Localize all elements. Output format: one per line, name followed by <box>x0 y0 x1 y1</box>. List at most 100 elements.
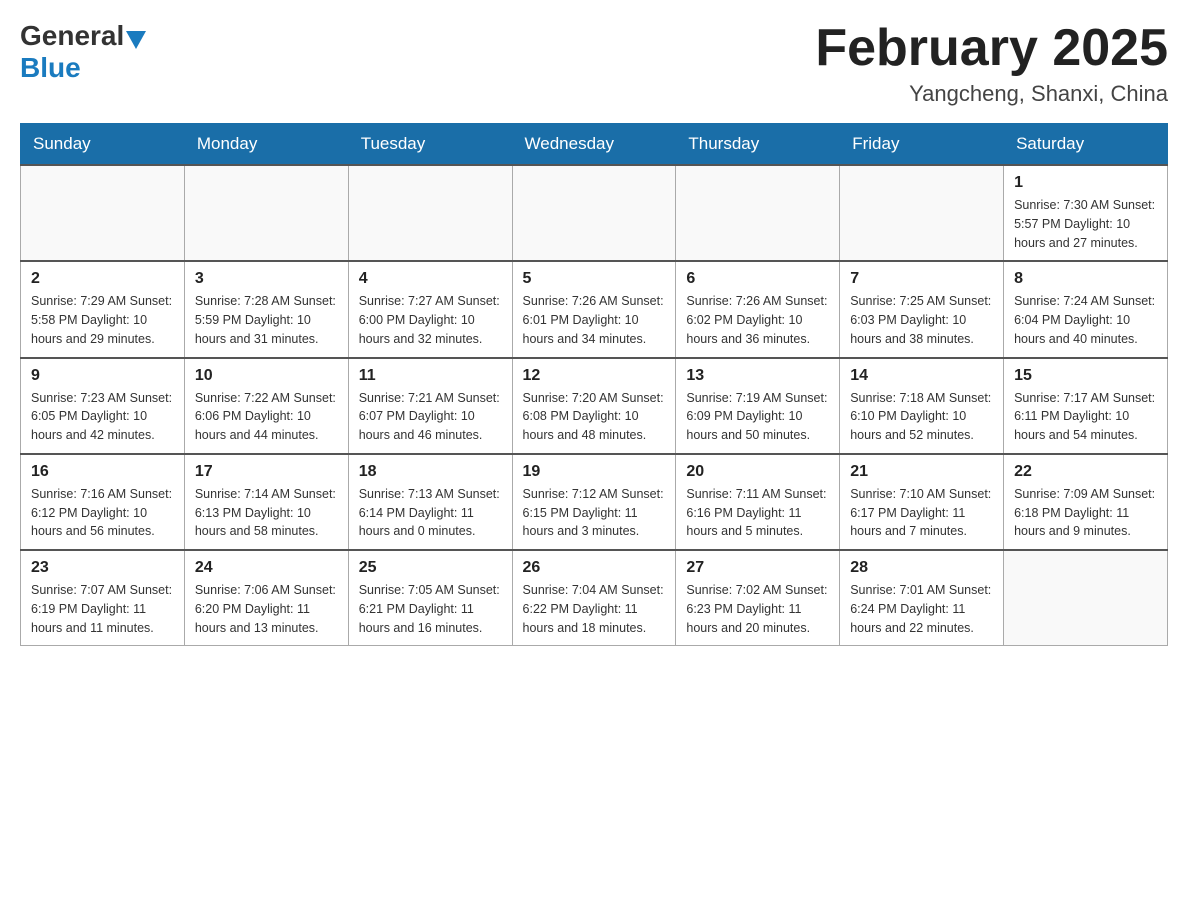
day-info: Sunrise: 7:27 AM Sunset: 6:00 PM Dayligh… <box>359 292 502 348</box>
day-info: Sunrise: 7:23 AM Sunset: 6:05 PM Dayligh… <box>31 389 174 445</box>
day-number: 13 <box>686 367 829 385</box>
calendar-cell <box>21 165 185 261</box>
calendar-cell: 23 Sunrise: 7:07 AM Sunset: 6:19 PM Dayli… <box>21 550 185 646</box>
day-info: Sunrise: 7:05 AM Sunset: 6:21 PM Dayligh… <box>359 581 502 637</box>
weekday-header-monday: Monday <box>184 124 348 166</box>
calendar-cell: 25 Sunrise: 7:05 AM Sunset: 6:21 PM Dayli… <box>348 550 512 646</box>
logo-blue-text: Blue <box>20 52 81 83</box>
weekday-header-wednesday: Wednesday <box>512 124 676 166</box>
page-header: General Blue February 2025 Yangcheng, Sh… <box>20 20 1168 107</box>
day-number: 4 <box>359 270 502 288</box>
calendar-cell: 22 Sunrise: 7:09 AM Sunset: 6:18 PM Dayli… <box>1004 454 1168 550</box>
calendar-week-row: 1 Sunrise: 7:30 AM Sunset: 5:57 PM Daylig… <box>21 165 1168 261</box>
day-info: Sunrise: 7:28 AM Sunset: 5:59 PM Dayligh… <box>195 292 338 348</box>
calendar-cell <box>840 165 1004 261</box>
day-number: 20 <box>686 463 829 481</box>
calendar-cell <box>676 165 840 261</box>
location-title: Yangcheng, Shanxi, China <box>815 81 1168 107</box>
day-number: 25 <box>359 559 502 577</box>
calendar-cell: 27 Sunrise: 7:02 AM Sunset: 6:23 PM Dayli… <box>676 550 840 646</box>
day-number: 7 <box>850 270 993 288</box>
day-info: Sunrise: 7:26 AM Sunset: 6:01 PM Dayligh… <box>523 292 666 348</box>
calendar-cell: 15 Sunrise: 7:17 AM Sunset: 6:11 PM Dayli… <box>1004 358 1168 454</box>
day-number: 22 <box>1014 463 1157 481</box>
day-info: Sunrise: 7:18 AM Sunset: 6:10 PM Dayligh… <box>850 389 993 445</box>
day-number: 2 <box>31 270 174 288</box>
day-number: 12 <box>523 367 666 385</box>
day-number: 10 <box>195 367 338 385</box>
day-number: 17 <box>195 463 338 481</box>
day-info: Sunrise: 7:02 AM Sunset: 6:23 PM Dayligh… <box>686 581 829 637</box>
title-block: February 2025 Yangcheng, Shanxi, China <box>815 20 1168 107</box>
day-info: Sunrise: 7:21 AM Sunset: 6:07 PM Dayligh… <box>359 389 502 445</box>
weekday-header-thursday: Thursday <box>676 124 840 166</box>
day-info: Sunrise: 7:11 AM Sunset: 6:16 PM Dayligh… <box>686 485 829 541</box>
weekday-header-sunday: Sunday <box>21 124 185 166</box>
day-number: 26 <box>523 559 666 577</box>
calendar-cell: 20 Sunrise: 7:11 AM Sunset: 6:16 PM Dayli… <box>676 454 840 550</box>
calendar-cell: 9 Sunrise: 7:23 AM Sunset: 6:05 PM Daylig… <box>21 358 185 454</box>
day-info: Sunrise: 7:04 AM Sunset: 6:22 PM Dayligh… <box>523 581 666 637</box>
day-number: 28 <box>850 559 993 577</box>
calendar-cell: 12Sunrise: 7:20 AM Sunset: 6:08 PM Dayli… <box>512 358 676 454</box>
day-number: 8 <box>1014 270 1157 288</box>
calendar-week-row: 16 Sunrise: 7:16 AM Sunset: 6:12 PM Dayli… <box>21 454 1168 550</box>
day-number: 16 <box>31 463 174 481</box>
calendar-table: SundayMondayTuesdayWednesdayThursdayFrid… <box>20 123 1168 646</box>
day-info: Sunrise: 7:14 AM Sunset: 6:13 PM Dayligh… <box>195 485 338 541</box>
calendar-week-row: 2 Sunrise: 7:29 AM Sunset: 5:58 PM Daylig… <box>21 261 1168 357</box>
day-info: Sunrise: 7:22 AM Sunset: 6:06 PM Dayligh… <box>195 389 338 445</box>
day-info: Sunrise: 7:13 AM Sunset: 6:14 PM Dayligh… <box>359 485 502 541</box>
day-info: Sunrise: 7:24 AM Sunset: 6:04 PM Dayligh… <box>1014 292 1157 348</box>
day-number: 21 <box>850 463 993 481</box>
weekday-header-tuesday: Tuesday <box>348 124 512 166</box>
day-info: Sunrise: 7:16 AM Sunset: 6:12 PM Dayligh… <box>31 485 174 541</box>
day-number: 24 <box>195 559 338 577</box>
calendar-cell <box>512 165 676 261</box>
day-number: 3 <box>195 270 338 288</box>
calendar-cell: 24Sunrise: 7:06 AM Sunset: 6:20 PM Dayli… <box>184 550 348 646</box>
calendar-cell: 26 Sunrise: 7:04 AM Sunset: 6:22 PM Dayli… <box>512 550 676 646</box>
day-info: Sunrise: 7:19 AM Sunset: 6:09 PM Dayligh… <box>686 389 829 445</box>
calendar-cell: 6 Sunrise: 7:26 AM Sunset: 6:02 PM Daylig… <box>676 261 840 357</box>
calendar-header-row: SundayMondayTuesdayWednesdayThursdayFrid… <box>21 124 1168 166</box>
calendar-cell <box>1004 550 1168 646</box>
calendar-cell: 14 Sunrise: 7:18 AM Sunset: 6:10 PM Dayli… <box>840 358 1004 454</box>
calendar-cell: 10 Sunrise: 7:22 AM Sunset: 6:06 PM Dayli… <box>184 358 348 454</box>
day-number: 19 <box>523 463 666 481</box>
day-info: Sunrise: 7:07 AM Sunset: 6:19 PM Dayligh… <box>31 581 174 637</box>
calendar-cell: 21 Sunrise: 7:10 AM Sunset: 6:17 PM Dayli… <box>840 454 1004 550</box>
day-info: Sunrise: 7:09 AM Sunset: 6:18 PM Dayligh… <box>1014 485 1157 541</box>
calendar-cell: 1 Sunrise: 7:30 AM Sunset: 5:57 PM Daylig… <box>1004 165 1168 261</box>
day-number: 5 <box>523 270 666 288</box>
calendar-cell: 4 Sunrise: 7:27 AM Sunset: 6:00 PM Daylig… <box>348 261 512 357</box>
calendar-week-row: 9 Sunrise: 7:23 AM Sunset: 6:05 PM Daylig… <box>21 358 1168 454</box>
weekday-header-saturday: Saturday <box>1004 124 1168 166</box>
day-info: Sunrise: 7:29 AM Sunset: 5:58 PM Dayligh… <box>31 292 174 348</box>
calendar-cell: 11Sunrise: 7:21 AM Sunset: 6:07 PM Dayli… <box>348 358 512 454</box>
calendar-week-row: 23 Sunrise: 7:07 AM Sunset: 6:19 PM Dayli… <box>21 550 1168 646</box>
day-number: 27 <box>686 559 829 577</box>
day-info: Sunrise: 7:30 AM Sunset: 5:57 PM Dayligh… <box>1014 196 1157 252</box>
day-number: 23 <box>31 559 174 577</box>
calendar-cell: 5 Sunrise: 7:26 AM Sunset: 6:01 PM Daylig… <box>512 261 676 357</box>
calendar-cell <box>184 165 348 261</box>
day-info: Sunrise: 7:01 AM Sunset: 6:24 PM Dayligh… <box>850 581 993 637</box>
day-number: 1 <box>1014 174 1157 192</box>
calendar-cell: 28 Sunrise: 7:01 AM Sunset: 6:24 PM Dayli… <box>840 550 1004 646</box>
day-number: 15 <box>1014 367 1157 385</box>
day-number: 18 <box>359 463 502 481</box>
day-number: 6 <box>686 270 829 288</box>
day-number: 9 <box>31 367 174 385</box>
logo: General Blue <box>20 20 148 84</box>
calendar-cell: 16 Sunrise: 7:16 AM Sunset: 6:12 PM Dayli… <box>21 454 185 550</box>
calendar-cell: 18 Sunrise: 7:13 AM Sunset: 6:14 PM Dayli… <box>348 454 512 550</box>
calendar-cell: 2 Sunrise: 7:29 AM Sunset: 5:58 PM Daylig… <box>21 261 185 357</box>
calendar-cell: 8 Sunrise: 7:24 AM Sunset: 6:04 PM Daylig… <box>1004 261 1168 357</box>
calendar-cell: 13 Sunrise: 7:19 AM Sunset: 6:09 PM Dayli… <box>676 358 840 454</box>
day-info: Sunrise: 7:26 AM Sunset: 6:02 PM Dayligh… <box>686 292 829 348</box>
day-info: Sunrise: 7:10 AM Sunset: 6:17 PM Dayligh… <box>850 485 993 541</box>
day-number: 14 <box>850 367 993 385</box>
day-info: Sunrise: 7:17 AM Sunset: 6:11 PM Dayligh… <box>1014 389 1157 445</box>
calendar-cell <box>348 165 512 261</box>
